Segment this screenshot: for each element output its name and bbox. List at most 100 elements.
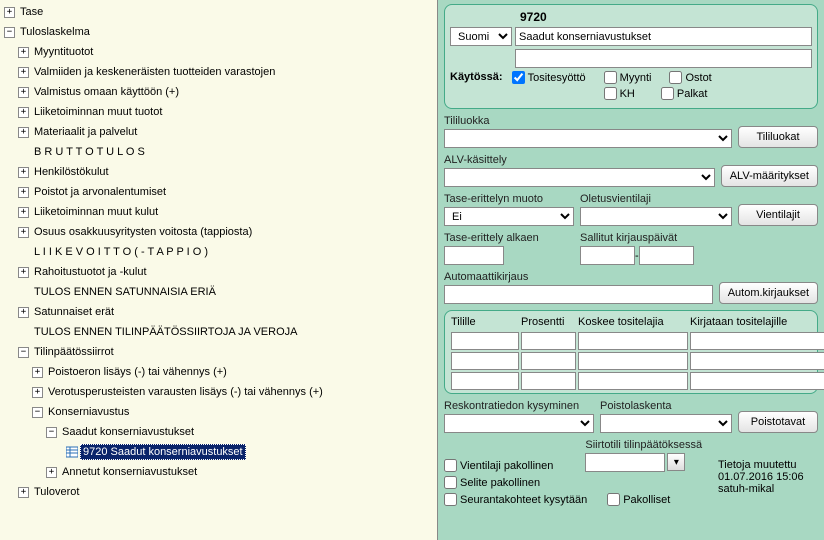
alv-label: ALV-käsittely <box>444 154 715 166</box>
col-prosentti: Prosentti <box>521 316 576 328</box>
expander-icon[interactable]: − <box>46 427 57 438</box>
tree-item-selected[interactable]: 9720 Saadut konserniavustukset <box>80 444 246 460</box>
account-icon <box>66 446 78 458</box>
tree-item[interactable]: Henkilöstökulut <box>32 165 111 179</box>
tree-item[interactable]: Osuus osakkuusyritysten voitosta (tappio… <box>32 225 254 239</box>
grid-prosentti-input[interactable] <box>521 352 576 370</box>
tree-item[interactable]: L I I K E V O I T T O ( - T A P P I O ) <box>32 245 210 259</box>
tree-item[interactable]: Myyntituotot <box>32 45 95 59</box>
chk-myynti[interactable] <box>604 71 617 84</box>
tree-item-tase[interactable]: Tase <box>18 5 45 19</box>
grid-tilille-input[interactable] <box>451 352 519 370</box>
automaattikirjaus-label: Automaattikirjaus <box>444 271 713 283</box>
expander-icon[interactable]: − <box>18 347 29 358</box>
tree-item[interactable]: TULOS ENNEN SATUNNAISIA ERIÄ <box>32 285 218 299</box>
grid-kirjataan-input[interactable] <box>690 372 824 390</box>
grid-prosentti-input[interactable] <box>521 332 576 350</box>
expander-icon[interactable]: + <box>32 387 43 398</box>
alv-button[interactable]: ALV-määritykset <box>721 165 818 187</box>
tree-item[interactable]: Verotusperusteisten varausten lisäys (-)… <box>46 385 325 399</box>
tree-item-tuloslaskelma[interactable]: Tuloslaskelma <box>18 25 92 39</box>
tililuokka-select[interactable] <box>444 129 732 148</box>
reskontra-select[interactable] <box>444 414 594 433</box>
expander-icon[interactable]: + <box>18 187 29 198</box>
poistolaskenta-label: Poistolaskenta <box>600 400 732 412</box>
expander-icon[interactable]: − <box>4 27 15 38</box>
expander-icon[interactable]: + <box>18 47 29 58</box>
expander-icon[interactable]: + <box>18 87 29 98</box>
grid-kirjataan-input[interactable] <box>690 332 824 350</box>
expander-icon[interactable]: + <box>18 127 29 138</box>
sallitut-to-input[interactable] <box>639 246 694 265</box>
alv-select[interactable] <box>444 168 715 187</box>
tree-item[interactable]: Poistot ja arvonalentumiset <box>32 185 168 199</box>
chk-vientilaji-pakollinen[interactable] <box>444 459 457 472</box>
modified-label: Tietoja muutettu <box>718 459 818 471</box>
sallitut-label: Sallitut kirjauspäivät <box>580 232 818 244</box>
chk-pakolliset[interactable] <box>607 493 620 506</box>
expander-icon[interactable]: + <box>18 167 29 178</box>
expander-icon[interactable]: + <box>18 227 29 238</box>
grid-koskee-input[interactable] <box>578 352 688 370</box>
tree-item[interactable]: B R U T T O T U L O S <box>32 145 147 159</box>
tree-item-tps[interactable]: Tilinpäätössiirrot <box>32 345 116 359</box>
tase-muoto-label: Tase-erittelyn muoto <box>444 193 574 205</box>
chk-ostot[interactable] <box>669 71 682 84</box>
account-desc-input[interactable] <box>515 49 812 68</box>
expander-icon[interactable]: + <box>18 67 29 78</box>
tree-item[interactable]: Valmiiden ja keskeneräisten tuotteiden v… <box>32 65 277 79</box>
expander-icon[interactable]: − <box>32 407 43 418</box>
expander-icon[interactable]: + <box>18 107 29 118</box>
chk-palkat[interactable] <box>661 87 674 100</box>
tililuokat-button[interactable]: Tililuokat <box>738 126 818 148</box>
tree-panel: + Tase − Tuloslaskelma +Myyntituotot +Va… <box>0 0 438 540</box>
tililuokka-label: Tililuokka <box>444 115 732 127</box>
siirtotili-input[interactable] <box>585 453 665 472</box>
expander-icon[interactable]: + <box>18 307 29 318</box>
expander-icon[interactable]: + <box>18 267 29 278</box>
sallitut-from-input[interactable] <box>580 246 635 265</box>
grid-koskee-input[interactable] <box>578 372 688 390</box>
language-select[interactable]: Suomi <box>450 27 512 46</box>
account-code: 9720 <box>520 10 547 24</box>
tree-item[interactable]: Poistoeron lisäys (-) tai vähennys (+) <box>46 365 229 379</box>
header-box: 9720 Suomi Käytössä: Tositesyöttö Myynti… <box>444 4 818 109</box>
tree-item[interactable]: Materiaalit ja palvelut <box>32 125 139 139</box>
tree-item-konserniavustus[interactable]: Konserniavustus <box>46 405 131 419</box>
tase-muoto-select[interactable]: Ei <box>444 207 574 226</box>
expander-icon[interactable]: + <box>18 207 29 218</box>
col-kirjataan: Kirjataan tositelajille <box>690 316 811 328</box>
grid-kirjataan-input[interactable] <box>690 352 824 370</box>
grid-prosentti-input[interactable] <box>521 372 576 390</box>
vientilajit-button[interactable]: Vientilajit <box>738 204 818 226</box>
tree-item[interactable]: Valmistus omaan käyttöön (+) <box>32 85 181 99</box>
tase-alkaen-input[interactable] <box>444 246 504 265</box>
chk-tositesyotto[interactable] <box>512 71 525 84</box>
tree-item[interactable]: Rahoitustuotot ja -kulut <box>32 265 149 279</box>
grid-koskee-input[interactable] <box>578 332 688 350</box>
expander-icon[interactable]: + <box>32 367 43 378</box>
tree-item[interactable]: Liiketoiminnan muut kulut <box>32 205 160 219</box>
poistolaskenta-select[interactable] <box>600 414 732 433</box>
grid-tilille-input[interactable] <box>451 372 519 390</box>
tree-item[interactable]: Liiketoiminnan muut tuotot <box>32 105 164 119</box>
tree-item[interactable]: TULOS ENNEN TILINPÄÄTÖSSIIRTOJA JA VEROJ… <box>32 325 299 339</box>
autom-button[interactable]: Autom.kirjaukset <box>719 282 818 304</box>
tree-item[interactable]: Satunnaiset erät <box>32 305 116 319</box>
expander-icon[interactable]: + <box>46 467 57 478</box>
automaattikirjaus-input[interactable] <box>444 285 713 304</box>
chk-selite-pakollinen[interactable] <box>444 476 457 489</box>
expander-icon[interactable]: + <box>18 487 29 498</box>
expander-icon[interactable]: + <box>4 7 15 18</box>
detail-panel: 9720 Suomi Käytössä: Tositesyöttö Myynti… <box>438 0 824 540</box>
tree-item-saadut[interactable]: Saadut konserniavustukset <box>60 425 196 439</box>
oletusvientilaji-select[interactable] <box>580 207 732 226</box>
tree-item-annetut[interactable]: Annetut konserniavustukset <box>60 465 199 479</box>
chk-seurantakohteet[interactable] <box>444 493 457 506</box>
siirtotili-lookup-button[interactable]: ▾ <box>667 453 685 471</box>
grid-tilille-input[interactable] <box>451 332 519 350</box>
poistotavat-button[interactable]: Poistotavat <box>738 411 818 433</box>
account-name-input[interactable] <box>515 27 812 46</box>
chk-kh[interactable] <box>604 87 617 100</box>
tree-item-tuloverot[interactable]: Tuloverot <box>32 485 81 499</box>
